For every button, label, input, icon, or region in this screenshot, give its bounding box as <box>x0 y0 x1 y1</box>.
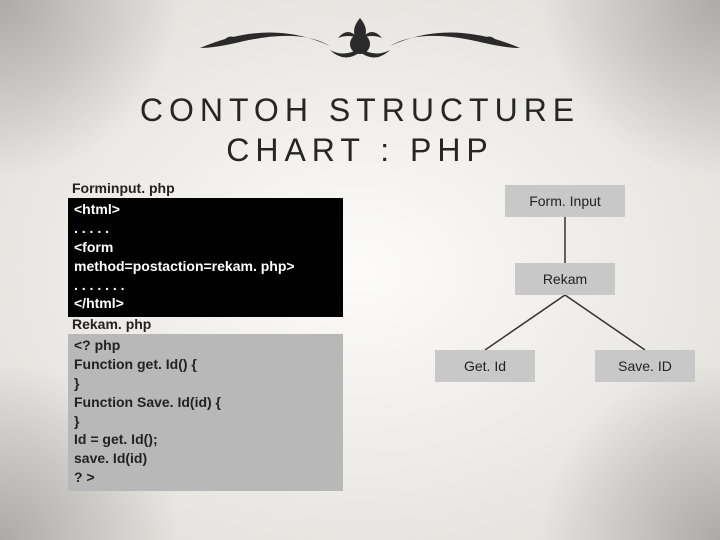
chart-node-mid: Rekam <box>515 263 615 295</box>
chart-node-leaf-left-label: Get. Id <box>464 358 506 374</box>
slide-title: CONTOH STRUCTURE CHART : PHP <box>0 90 720 170</box>
title-line-2: CHART : PHP <box>226 132 494 168</box>
code-file2-label: Rekam. php <box>72 316 151 332</box>
code-block-1: <html> . . . . . <form method=postaction… <box>68 198 343 317</box>
chart-connectors <box>420 185 710 445</box>
chart-node-leaf-left: Get. Id <box>435 350 535 382</box>
title-line-1: CONTOH STRUCTURE <box>140 92 580 128</box>
structure-chart: Form. Input Rekam Get. Id Save. ID <box>420 185 710 445</box>
code-file1-label: Forminput. php <box>72 180 175 196</box>
decorative-flourish-icon <box>180 8 540 78</box>
chart-node-root-label: Form. Input <box>529 193 601 209</box>
code-block-2: <? php Function get. Id() { } Function S… <box>68 334 343 491</box>
chart-node-mid-label: Rekam <box>543 271 587 287</box>
chart-node-leaf-right-label: Save. ID <box>618 358 672 374</box>
chart-node-leaf-right: Save. ID <box>595 350 695 382</box>
chart-node-root: Form. Input <box>505 185 625 217</box>
